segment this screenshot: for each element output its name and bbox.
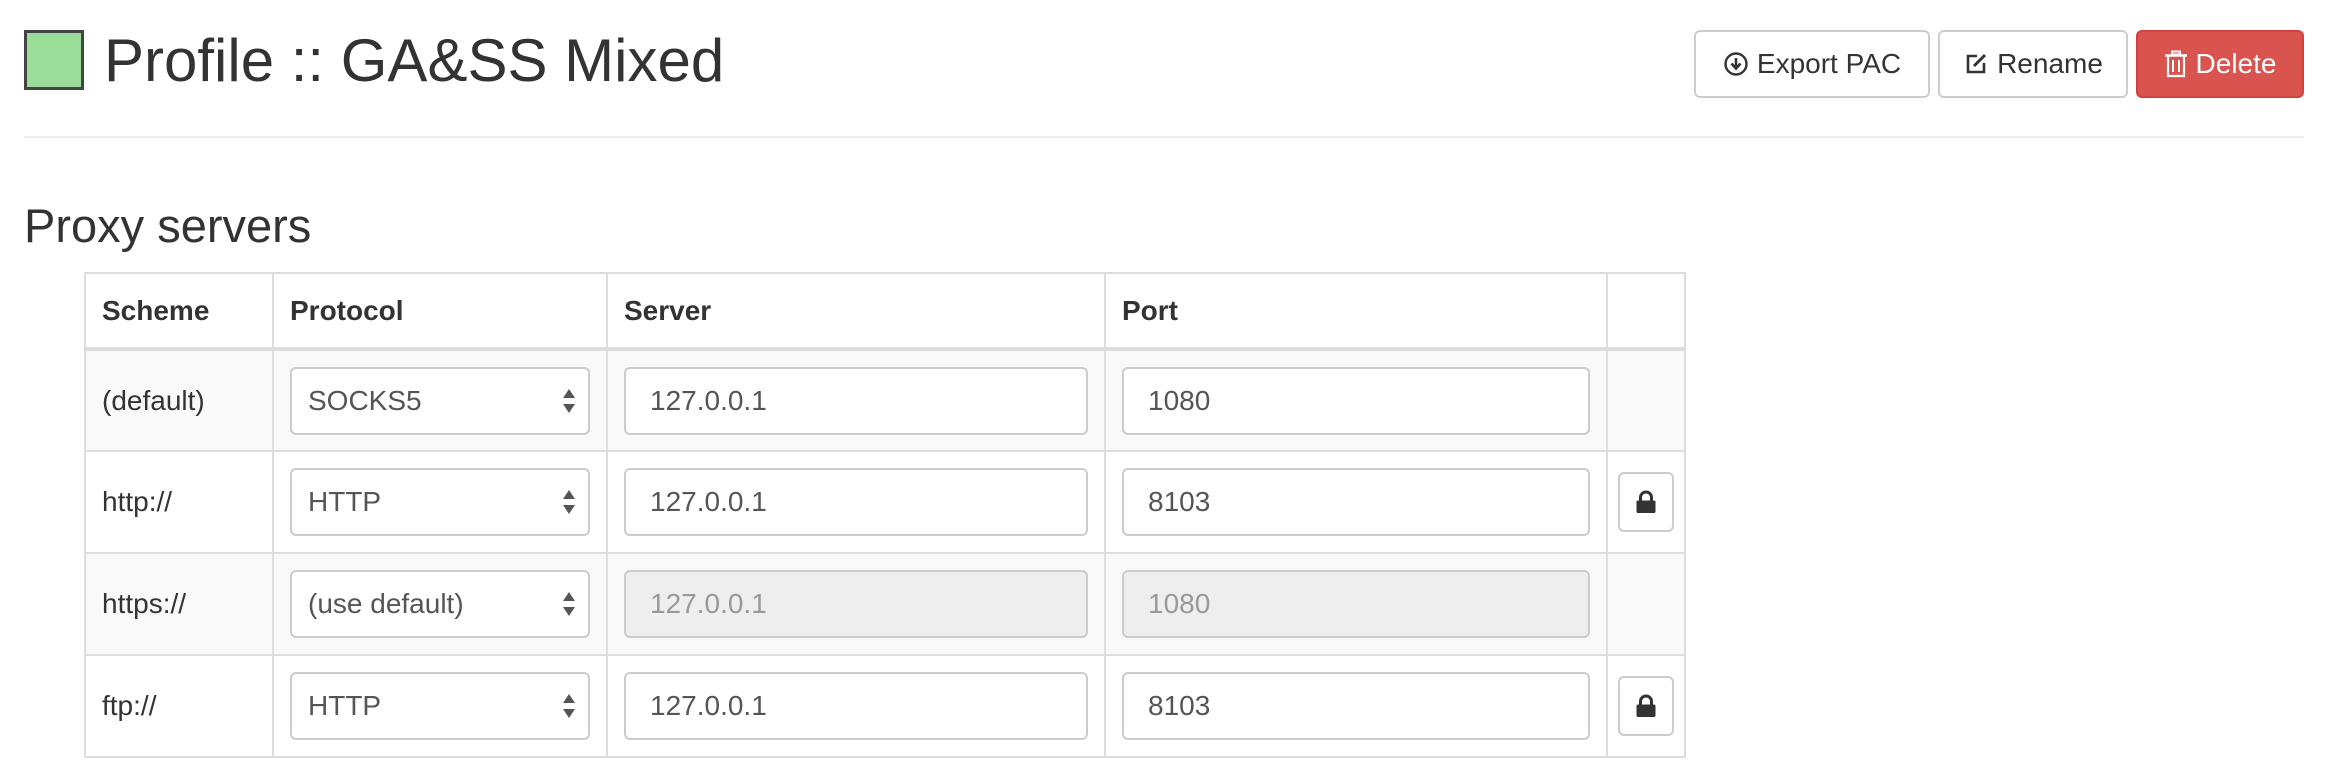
protocol-select-value: SOCKS5 xyxy=(308,384,422,416)
section-title: Proxy servers xyxy=(24,199,312,252)
page-header: Profile :: GA&SS Mixed Export PAC Rename… xyxy=(24,0,2304,138)
server-input[interactable] xyxy=(624,672,1088,740)
proxy-servers-table: Scheme Protocol Server Port (default) SO… xyxy=(84,272,1686,758)
table-header-row: Scheme Protocol Server Port xyxy=(84,272,1686,351)
protocol-select[interactable]: SOCKS5 xyxy=(290,366,590,435)
server-cell xyxy=(606,654,1106,758)
download-circle-icon xyxy=(1724,52,1748,76)
server-input[interactable] xyxy=(624,468,1088,536)
protocol-select[interactable]: HTTP xyxy=(290,468,590,536)
scheme-cell: http:// xyxy=(84,450,274,554)
action-cell xyxy=(1606,348,1686,452)
port-input[interactable] xyxy=(1122,366,1590,435)
table-row: https:// (use default) xyxy=(84,552,1686,656)
action-cell xyxy=(1606,552,1686,656)
protocol-select-value: (use default) xyxy=(308,588,464,619)
select-arrows-icon xyxy=(563,694,575,718)
delete-label: Delete xyxy=(2195,48,2277,79)
rename-button[interactable]: Rename xyxy=(1938,30,2128,98)
auth-button[interactable] xyxy=(1618,472,1674,532)
port-cell xyxy=(1104,348,1608,452)
protocol-select[interactable]: HTTP xyxy=(290,672,590,740)
port-cell xyxy=(1104,552,1608,656)
select-arrows-icon xyxy=(563,490,575,514)
server-input[interactable] xyxy=(624,366,1088,435)
lock-icon xyxy=(1636,694,1656,717)
delete-button[interactable]: Delete xyxy=(2136,30,2304,98)
column-header-scheme: Scheme xyxy=(84,272,274,351)
page-title: Profile :: GA&SS Mixed xyxy=(104,27,725,94)
action-cell xyxy=(1606,654,1686,758)
edit-icon xyxy=(1966,53,1987,74)
table-row: ftp:// HTTP xyxy=(84,654,1686,758)
protocol-select-value: HTTP xyxy=(308,690,382,721)
profile-color-swatch[interactable] xyxy=(24,30,84,90)
port-cell xyxy=(1104,450,1608,554)
table-row: http:// HTTP xyxy=(84,450,1686,554)
scheme-cell: ftp:// xyxy=(84,654,274,758)
auth-button[interactable] xyxy=(1618,676,1674,736)
table-row: (default) SOCKS5 xyxy=(84,348,1686,452)
trash-icon xyxy=(2164,50,2187,78)
action-cell xyxy=(1606,450,1686,554)
server-cell xyxy=(606,450,1106,554)
port-input[interactable] xyxy=(1122,468,1590,536)
column-header-protocol: Protocol xyxy=(272,272,608,351)
column-header-port: Port xyxy=(1104,272,1608,351)
scheme-cell: (default) xyxy=(84,348,274,452)
server-input xyxy=(624,570,1088,638)
export-pac-label: Export PAC xyxy=(1756,48,1902,79)
protocol-cell: HTTP xyxy=(272,450,608,554)
protocol-cell: SOCKS5 xyxy=(272,348,608,452)
scheme-cell: https:// xyxy=(84,552,274,656)
server-cell xyxy=(606,348,1106,452)
rename-label: Rename xyxy=(1997,48,2103,79)
select-arrows-icon xyxy=(563,388,575,413)
server-cell xyxy=(606,552,1106,656)
column-header-server: Server xyxy=(606,272,1106,351)
protocol-cell: HTTP xyxy=(272,654,608,758)
port-input[interactable] xyxy=(1122,672,1590,740)
column-header-actions xyxy=(1606,272,1686,351)
lock-icon xyxy=(1636,490,1656,513)
port-cell xyxy=(1104,654,1608,758)
protocol-cell: (use default) xyxy=(272,552,608,656)
protocol-select[interactable]: (use default) xyxy=(290,570,590,638)
select-arrows-icon xyxy=(563,592,575,616)
protocol-select-value: HTTP xyxy=(308,486,382,517)
port-input xyxy=(1122,570,1590,638)
export-pac-button[interactable]: Export PAC xyxy=(1694,30,1930,98)
